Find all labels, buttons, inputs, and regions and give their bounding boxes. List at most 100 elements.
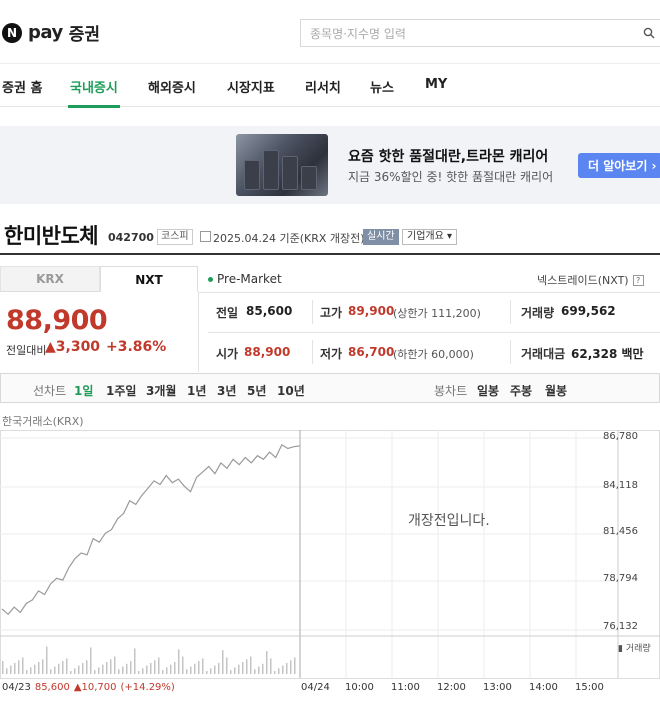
candle-daily[interactable]: 일봉 xyxy=(477,382,499,399)
prev-close-value: 85,600 xyxy=(246,304,293,318)
volume-bar xyxy=(38,662,40,674)
amount-label: 거래대금 xyxy=(521,347,566,361)
market-badge: 코스피 xyxy=(157,229,193,245)
base-date: 2025.04.24 기준(KRX 개장전) xyxy=(213,232,365,245)
period-3m[interactable]: 3개월 xyxy=(146,382,176,399)
volume-bar xyxy=(106,662,108,674)
nav-my[interactable]: MY xyxy=(425,77,447,92)
nav-overseas[interactable]: 해외증시 xyxy=(148,77,196,96)
y-tick: 81,456 xyxy=(603,526,638,537)
volume-bar xyxy=(274,671,276,674)
nav-domestic[interactable]: 국내증시 xyxy=(70,77,118,96)
quote-col-divider xyxy=(510,340,511,364)
y-tick: 84,118 xyxy=(603,480,638,491)
x-tick: 13:00 xyxy=(483,682,512,693)
period-10y[interactable]: 10년 xyxy=(277,382,305,399)
period-1y[interactable]: 1년 xyxy=(187,382,206,399)
logo-securities: 증권 xyxy=(68,25,100,45)
search-input[interactable]: 종목명·지수명 입력 xyxy=(300,19,660,47)
banner-subtitle: 지금 36%할인 중! 핫한 품절대란 캐리어 xyxy=(348,170,554,184)
volume-bar xyxy=(170,664,172,674)
nav-indicators[interactable]: 시장지표 xyxy=(227,77,275,96)
x-tick: 14:00 xyxy=(529,682,558,693)
volume-bar xyxy=(278,668,280,674)
x-tick: 11:00 xyxy=(391,682,420,693)
tab-nxt[interactable]: NXT xyxy=(100,266,198,292)
chart-period-bar: 선차트 1일 1주일 3개월 1년 3년 5년 10년 봉차트 일봉 주봉 월봉 xyxy=(0,373,660,403)
tab-divider xyxy=(198,292,660,293)
quote-col-divider xyxy=(312,300,313,324)
nextrade-label: 넥스트레이드(NXT) ? xyxy=(537,272,644,288)
volume-bar xyxy=(214,665,216,674)
volume-bar xyxy=(190,666,192,674)
low-value: 86,700 xyxy=(348,345,395,359)
volume-bar xyxy=(26,670,28,674)
realtime-badge[interactable]: 실시간 xyxy=(363,229,399,245)
volume-bar xyxy=(118,669,120,674)
volume-bar xyxy=(90,647,92,674)
nav-news[interactable]: 뉴스 xyxy=(370,77,394,96)
volume-bar xyxy=(46,646,48,674)
help-icon[interactable]: ? xyxy=(632,274,644,286)
volume-bar xyxy=(162,670,164,674)
amount-value: 62,328 백만 xyxy=(571,347,644,361)
volume-value: 699,562 xyxy=(561,304,616,318)
volume-bar xyxy=(94,670,96,674)
line-chart-label[interactable]: 선차트 xyxy=(33,382,66,399)
period-5y[interactable]: 5년 xyxy=(247,382,266,399)
lower-limit: (하한가 60,000) xyxy=(393,348,474,361)
premarket-label: Pre-Market xyxy=(217,272,282,286)
change-value: ▲3,300 xyxy=(45,339,101,355)
search-icon[interactable] xyxy=(643,27,655,39)
current-price: 88,900 xyxy=(6,305,108,336)
volume-bar xyxy=(174,662,176,674)
volume-bar xyxy=(130,661,132,674)
volume-axis-label: ▮ 거래량 xyxy=(618,644,651,654)
x-tick: 15:00 xyxy=(575,682,604,693)
footer-change: ▲10,700 xyxy=(73,682,117,693)
volume-bar xyxy=(6,668,8,674)
ad-banner[interactable]: 요즘 핫한 품절대란,트라몬 캐리어 지금 36%할인 중! 핫한 품절대란 캐… xyxy=(0,126,660,204)
volume-bar xyxy=(226,657,228,674)
company-info-dropdown[interactable]: 기업개요 ▾ xyxy=(402,229,457,245)
banner-more-button[interactable]: 더 알아보기 › xyxy=(578,153,660,178)
stock-name: 한미반도체 xyxy=(4,224,99,248)
volume-bar xyxy=(222,650,224,674)
chart-footer: 04/23 85,600 ▲10,700 (+14.29%) xyxy=(2,682,175,693)
volume-bar xyxy=(110,659,112,674)
premarket-status: Pre-Market xyxy=(208,272,282,286)
volume-bar xyxy=(54,666,56,674)
upper-limit: (상한가 111,200) xyxy=(393,307,481,320)
low-label: 저가 xyxy=(320,347,343,361)
period-3y[interactable]: 3년 xyxy=(217,382,236,399)
price-series-line xyxy=(1,444,301,616)
volume-bar xyxy=(210,668,212,674)
pre-open-message: 개장전입니다. xyxy=(408,513,490,529)
candle-chart-label[interactable]: 봉차트 xyxy=(434,382,467,399)
volume-bar xyxy=(70,671,72,674)
price-chart[interactable] xyxy=(0,430,660,712)
volume-bar xyxy=(166,667,168,674)
volume-bar xyxy=(10,665,12,674)
volume-bar xyxy=(282,665,284,674)
volume-bar xyxy=(294,657,296,674)
volume-bar xyxy=(14,662,16,674)
calendar-icon xyxy=(200,231,211,242)
volume-bar xyxy=(22,657,24,674)
volume-bar xyxy=(86,660,88,674)
volume-bar xyxy=(122,666,124,674)
volume-bar xyxy=(82,662,84,674)
candle-monthly[interactable]: 월봉 xyxy=(545,382,567,399)
volume-bar xyxy=(42,659,44,674)
logo[interactable]: N pay 증권 xyxy=(2,20,100,45)
nav-home[interactable]: 증권 홈 xyxy=(2,77,42,96)
period-1d[interactable]: 1일 xyxy=(74,382,93,399)
volume-bar xyxy=(250,656,252,674)
nav-research[interactable]: 리서치 xyxy=(305,77,341,96)
y-tick: 86,780 xyxy=(603,431,638,442)
open-label: 시가 xyxy=(216,347,239,361)
period-1w[interactable]: 1주일 xyxy=(106,382,136,399)
main-nav: 증권 홈 국내증시 해외증시 시장지표 리서치 뉴스 MY xyxy=(0,63,660,108)
tab-krx[interactable]: KRX xyxy=(0,266,100,292)
candle-weekly[interactable]: 주봉 xyxy=(510,382,532,399)
